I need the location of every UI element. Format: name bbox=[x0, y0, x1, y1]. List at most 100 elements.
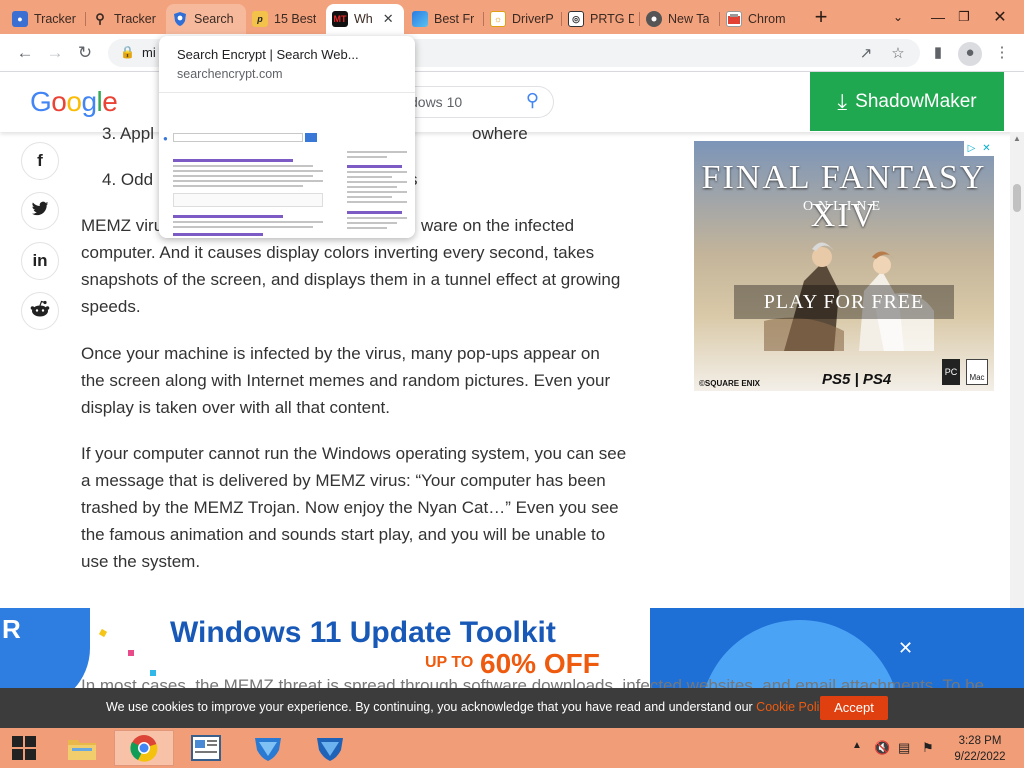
adchoices[interactable]: ▷ ✕ bbox=[964, 141, 994, 156]
browser-toolbar: ← → ↻ 🔒 mi ↗ ☆ ▮ ● ⋮ bbox=[0, 34, 1024, 72]
tab-prtg[interactable]: ◎ PRTG D bbox=[562, 4, 640, 34]
linkedin-share-button[interactable]: in bbox=[21, 242, 59, 280]
p-favicon-icon: p bbox=[252, 11, 268, 27]
search-icon[interactable]: ⚲ bbox=[526, 90, 539, 111]
prtg-favicon-icon: ◎ bbox=[568, 11, 584, 27]
tab-title: 15 Best bbox=[274, 12, 317, 26]
google-search-box[interactable]: dows 10 ⚲ bbox=[408, 86, 554, 118]
tab-best-free[interactable]: Best Fr bbox=[406, 4, 484, 34]
linkedin-icon: in bbox=[32, 251, 48, 270]
taskbar-shield-app-1[interactable] bbox=[238, 730, 298, 766]
google-logo[interactable]: Google bbox=[30, 86, 118, 118]
back-arrow-icon[interactable]: ← bbox=[12, 40, 38, 66]
list-item-3-start: 3. Appl bbox=[102, 124, 154, 143]
restore-icon[interactable]: ❐ bbox=[944, 0, 984, 34]
banner-close-icon[interactable]: ✕ bbox=[898, 638, 913, 659]
tab-tracker-2[interactable]: ⚲ Tracker bbox=[86, 4, 166, 34]
paragraph-1-head-tail: ware on the infected bbox=[421, 216, 575, 235]
tab-tracker-1[interactable]: ● Tracker bbox=[6, 4, 86, 34]
window-close-icon[interactable]: ✕ bbox=[980, 0, 1020, 34]
shadowmaker-label: ShadowMaker bbox=[855, 90, 977, 112]
chrome-store-favicon-icon bbox=[726, 11, 742, 27]
start-button[interactable] bbox=[0, 730, 48, 766]
ad-mac-badge: Mac bbox=[966, 359, 988, 385]
ad-platforms: PS5 | PS4 bbox=[822, 371, 892, 388]
taskbar-chrome[interactable] bbox=[114, 730, 174, 766]
tab-search-chevron-icon[interactable]: ⌄ bbox=[878, 0, 918, 34]
file-explorer-icon bbox=[68, 740, 96, 760]
search-query[interactable]: dows 10 bbox=[410, 94, 462, 110]
close-tab-icon[interactable]: ✕ bbox=[383, 11, 394, 27]
windows-taskbar: ▲ 🔇 ▤ ⚑ 3:28 PM 9/22/2022 bbox=[0, 728, 1024, 768]
search-favicon-icon: ⚲ bbox=[95, 11, 105, 26]
ad-title: FINAL FANTASY XIV bbox=[701, 159, 987, 234]
tray-expand-icon[interactable]: ▲ bbox=[852, 740, 862, 751]
taskbar-shield-app-2[interactable] bbox=[300, 730, 360, 766]
tab-title: PRTG D bbox=[590, 12, 634, 26]
accept-cookies-button[interactable]: Accept bbox=[820, 696, 888, 720]
hover-card-thumbnail: ● bbox=[159, 92, 415, 238]
tab-chrome-store[interactable]: Chrom bbox=[720, 4, 796, 34]
new-tab-button[interactable]: + bbox=[808, 6, 834, 30]
side-panel-icon[interactable]: ▮ bbox=[926, 42, 950, 66]
facebook-share-button[interactable]: f bbox=[21, 142, 59, 180]
share-icon[interactable]: ↗ bbox=[856, 44, 876, 64]
page-header: Google dows 10 ⚲ ⤓ ShadowMaker bbox=[0, 72, 1024, 132]
ad-close-icon[interactable]: ✕ bbox=[979, 141, 994, 156]
chrome-icon bbox=[130, 735, 158, 762]
forward-arrow-icon[interactable]: → bbox=[42, 40, 68, 66]
banner-upto: UP TO bbox=[425, 654, 474, 671]
ad-cta[interactable]: PLAY FOR FREE bbox=[694, 291, 994, 314]
twitter-share-button[interactable] bbox=[21, 192, 59, 230]
cookie-consent-bar: We use cookies to improve your experienc… bbox=[0, 688, 1024, 728]
facebook-icon: f bbox=[37, 151, 43, 170]
tab-driverpack[interactable]: ☼ DriverP bbox=[484, 4, 562, 34]
mt-favicon-icon: MT bbox=[332, 11, 348, 27]
system-clock[interactable]: 3:28 PM 9/22/2022 bbox=[946, 733, 1014, 765]
ad-copyright: ©SQUARE ENIX bbox=[699, 379, 761, 388]
tab-15-best[interactable]: p 15 Best bbox=[246, 4, 326, 34]
profile-avatar-icon[interactable]: ● bbox=[958, 42, 982, 66]
volume-muted-icon[interactable]: 🔇 bbox=[874, 740, 890, 756]
network-icon[interactable]: ▤ bbox=[898, 740, 910, 756]
clock-time: 3:28 PM bbox=[958, 735, 1002, 747]
blue-shield-icon bbox=[255, 738, 281, 761]
scroll-up-icon[interactable]: ▲ bbox=[1013, 134, 1021, 143]
action-center-icon[interactable]: ⚑ bbox=[922, 740, 934, 756]
tab-search-encrypt[interactable]: Search bbox=[166, 4, 246, 34]
shadowmaker-download-button[interactable]: ⤓ ShadowMaker bbox=[810, 72, 1004, 131]
tab-title: Wh bbox=[354, 12, 373, 26]
taskbar-app-window[interactable] bbox=[176, 730, 236, 766]
adchoices-icon[interactable]: ▷ bbox=[964, 141, 979, 156]
twitter-icon bbox=[31, 201, 49, 222]
tab-title: DriverP bbox=[512, 12, 554, 26]
tracker-favicon-icon: ● bbox=[12, 11, 28, 27]
app-window-icon bbox=[191, 735, 221, 761]
tab-new-tab[interactable]: New Ta bbox=[640, 4, 720, 34]
reddit-share-button[interactable] bbox=[21, 292, 59, 330]
paragraph-2: Once your machine is infected by the vir… bbox=[81, 344, 611, 417]
driverpack-favicon-icon: ☼ bbox=[490, 11, 506, 27]
bookmark-star-icon[interactable]: ☆ bbox=[888, 44, 908, 64]
cookie-text: We use cookies to improve your experienc… bbox=[106, 700, 757, 714]
tab-strip: ● Tracker ⚲ Tracker Search p 15 Best MT … bbox=[0, 0, 1024, 34]
banner-left-letter: R bbox=[2, 614, 21, 644]
ffxiv-advertisement[interactable]: FINAL FANTASY XIV ONLINE PLAY FOR FREE ©… bbox=[694, 141, 994, 391]
tab-title: New Ta bbox=[668, 12, 710, 26]
tab-title: Search bbox=[194, 12, 234, 26]
taskbar-file-explorer[interactable] bbox=[52, 730, 112, 766]
address-url[interactable]: mi bbox=[142, 45, 156, 60]
tab-hover-card: Search Encrypt | Search Web... searchenc… bbox=[159, 36, 415, 238]
reload-icon[interactable]: ↻ bbox=[72, 40, 98, 66]
tab-title: Tracker bbox=[34, 12, 76, 26]
list-item-4-start: 4. Odd bbox=[102, 170, 154, 189]
paragraph-1-rest: computer. And it causes display colors i… bbox=[81, 243, 621, 316]
scroll-thumb[interactable] bbox=[1013, 184, 1021, 212]
windows-logo-icon bbox=[12, 736, 36, 760]
ad-pc-badge: PC bbox=[942, 359, 960, 385]
tab-title: Chrom bbox=[748, 12, 786, 26]
lock-icon[interactable]: 🔒 bbox=[120, 45, 135, 59]
menu-kebab-icon[interactable]: ⋮ bbox=[990, 42, 1014, 66]
ad-subtitle: ONLINE bbox=[802, 199, 886, 214]
tab-active-wh[interactable]: MT Wh ✕ bbox=[326, 4, 404, 34]
